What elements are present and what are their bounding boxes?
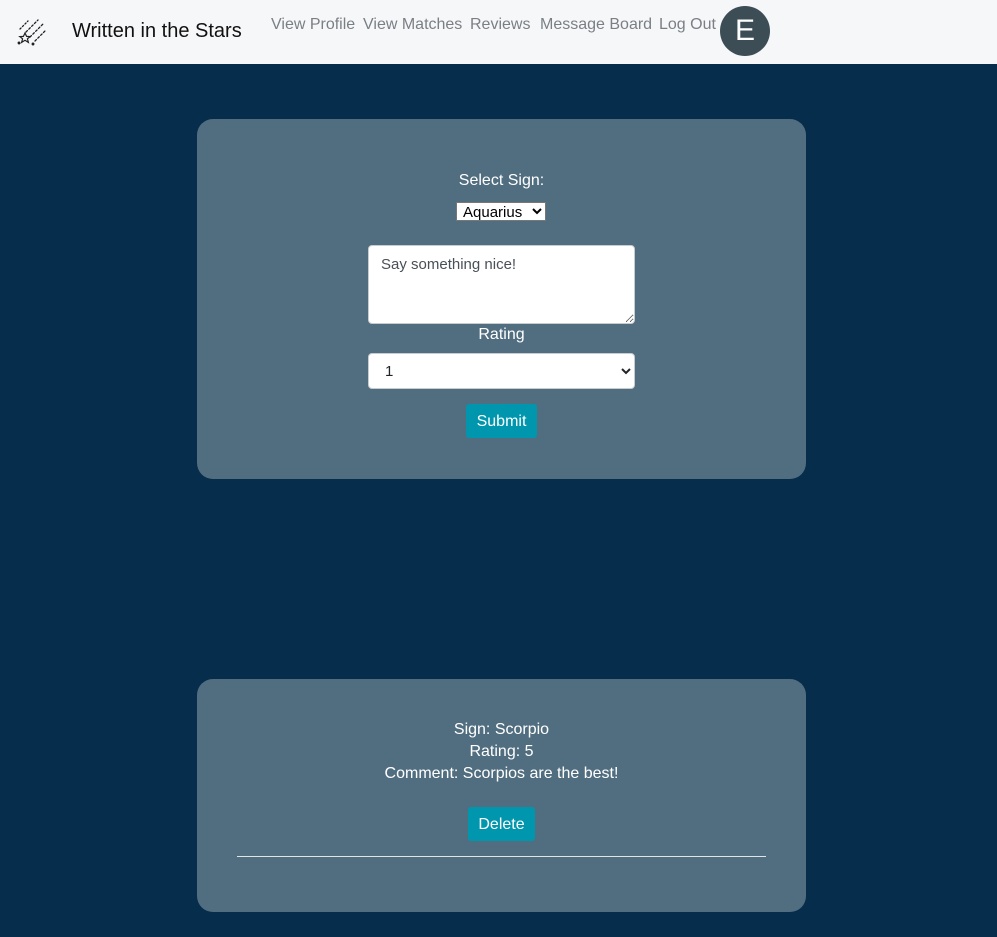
select-sign-label: Select Sign:: [458, 172, 545, 189]
brand-title[interactable]: Written in the Stars: [72, 19, 242, 43]
user-avatar[interactable]: E: [720, 6, 770, 56]
submit-button[interactable]: Submit: [466, 404, 537, 438]
review-sign: Sign: Scorpio: [453, 721, 550, 738]
nav-message-board[interactable]: Message Board: [540, 15, 652, 35]
delete-review-button[interactable]: Delete: [468, 807, 535, 841]
nav-log-out[interactable]: Log Out: [659, 15, 716, 35]
top-navbar: Written in the Stars View Profile View M…: [0, 0, 997, 64]
review-comment: Comment: Scorpios are the best!: [384, 765, 619, 782]
rating-select[interactable]: 1: [368, 353, 635, 389]
shooting-stars-icon[interactable]: [16, 16, 48, 46]
review-rating: Rating: 5: [469, 743, 534, 760]
rating-label: Rating: [478, 326, 525, 343]
comment-textarea[interactable]: [368, 245, 635, 324]
review-card: Sign: Scorpio Rating: 5 Comment: Scorpio…: [197, 679, 806, 912]
review-divider: [237, 856, 766, 857]
nav-view-profile[interactable]: View Profile: [271, 15, 355, 35]
review-form-card: Select Sign: Aquarius Rating 1 Submit: [197, 119, 806, 479]
nav-reviews[interactable]: Reviews: [470, 15, 530, 35]
nav-view-matches[interactable]: View Matches: [363, 15, 462, 35]
sign-select[interactable]: Aquarius: [456, 202, 546, 221]
